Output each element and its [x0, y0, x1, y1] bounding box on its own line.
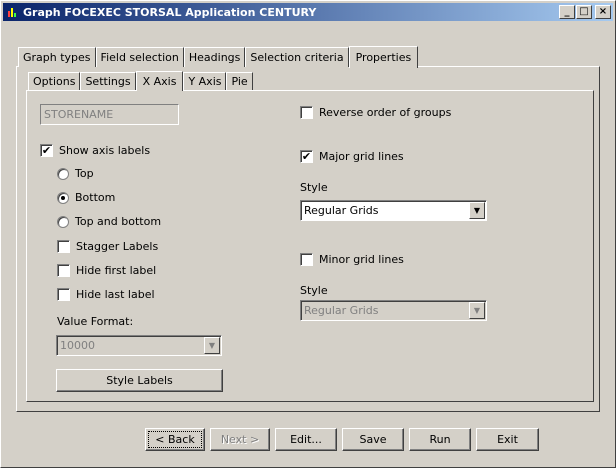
checkbox-label: Minor grid lines [319, 253, 404, 266]
radio-bottom[interactable]: Bottom [57, 191, 115, 204]
tab-graph-types[interactable]: Graph types [18, 47, 96, 67]
minor-style-select[interactable]: Regular Grids ▼ [300, 300, 487, 321]
bar-chart-icon [6, 5, 20, 19]
major-style-value: Regular Grids [304, 204, 379, 217]
value-format-select[interactable]: 10000 ▼ [56, 335, 222, 356]
tab-selection-criteria[interactable]: Selection criteria [245, 47, 349, 67]
checkbox-label: Stagger Labels [76, 240, 159, 253]
chevron-down-icon[interactable]: ▼ [469, 202, 485, 219]
tab-properties[interactable]: Properties [348, 46, 419, 68]
minor-style-label: Style [300, 284, 328, 297]
close-button[interactable]: × [595, 5, 611, 19]
minor-grid-checkbox[interactable]: Minor grid lines [300, 253, 404, 266]
radio-label: Bottom [75, 191, 116, 204]
radio-circle [57, 191, 69, 204]
major-style-label: Style [300, 181, 328, 194]
value-format-label: Value Format: [57, 315, 134, 328]
save-button[interactable]: Save [342, 428, 404, 451]
radio-label: Top and bottom [75, 215, 162, 228]
hide-last-label-checkbox[interactable]: Hide last label [57, 288, 155, 301]
checkbox-box [300, 253, 313, 266]
reverse-order-checkbox[interactable]: Reverse order of groups [300, 106, 451, 119]
checkbox-label: Show axis labels [59, 144, 151, 157]
run-button[interactable]: Run [409, 428, 471, 451]
edit-button[interactable]: Edit... [275, 428, 337, 451]
chevron-down-icon: ▼ [204, 337, 220, 354]
style-labels-button[interactable]: Style Labels [56, 369, 223, 392]
outer-tab-strip: Graph types Field selection Headings Sel… [18, 46, 419, 68]
major-style-select[interactable]: Regular Grids ▼ [300, 200, 487, 221]
checkbox-label: Hide first label [76, 264, 157, 277]
tab-options[interactable]: Options [28, 72, 81, 90]
checkbox-box [57, 288, 70, 301]
window-title: Graph FOCEXEC STORSAL Application CENTUR… [23, 5, 317, 19]
major-grid-checkbox[interactable]: ✔ Major grid lines [300, 150, 404, 163]
maximize-button[interactable]: □ [576, 5, 592, 19]
tab-settings[interactable]: Settings [80, 72, 136, 90]
checkbox-label: Major grid lines [319, 150, 404, 163]
tab-headings[interactable]: Headings [183, 47, 246, 67]
tab-field-selection[interactable]: Field selection [95, 47, 184, 67]
field-name-input[interactable]: STORENAME [40, 104, 179, 125]
tab-y-axis[interactable]: Y Axis [183, 72, 227, 90]
chevron-down-icon: ▼ [469, 302, 485, 319]
radio-top[interactable]: Top [57, 167, 94, 180]
title-bar[interactable]: Graph FOCEXEC STORSAL Application CENTUR… [3, 3, 613, 21]
hide-first-label-checkbox[interactable]: Hide first label [57, 264, 156, 277]
next-button[interactable]: Next > [210, 428, 270, 451]
radio-label: Top [75, 167, 94, 180]
radio-top-and-bottom[interactable]: Top and bottom [57, 215, 161, 228]
tab-pie[interactable]: Pie [226, 72, 253, 90]
minor-style-value: Regular Grids [304, 304, 379, 317]
exit-button[interactable]: Exit [476, 428, 539, 451]
minimize-button[interactable]: _ [559, 5, 575, 19]
stagger-labels-checkbox[interactable]: Stagger Labels [57, 240, 158, 253]
tab-x-axis[interactable]: X Axis [135, 71, 184, 91]
checkbox-box [57, 264, 70, 277]
radio-circle [57, 215, 69, 228]
value-format-value: 10000 [60, 339, 95, 352]
inner-tab-strip: Options Settings X Axis Y Axis Pie [28, 71, 253, 91]
checkbox-box [300, 106, 313, 119]
checkbox-box: ✔ [300, 150, 313, 163]
radio-circle [57, 167, 69, 180]
checkbox-box [57, 240, 70, 253]
back-button[interactable]: < Back [145, 428, 205, 451]
checkbox-label: Reverse order of groups [319, 106, 452, 119]
show-axis-labels-checkbox[interactable]: ✔ Show axis labels [40, 144, 150, 157]
checkbox-label: Hide last label [76, 288, 155, 301]
checkbox-box: ✔ [40, 144, 53, 157]
